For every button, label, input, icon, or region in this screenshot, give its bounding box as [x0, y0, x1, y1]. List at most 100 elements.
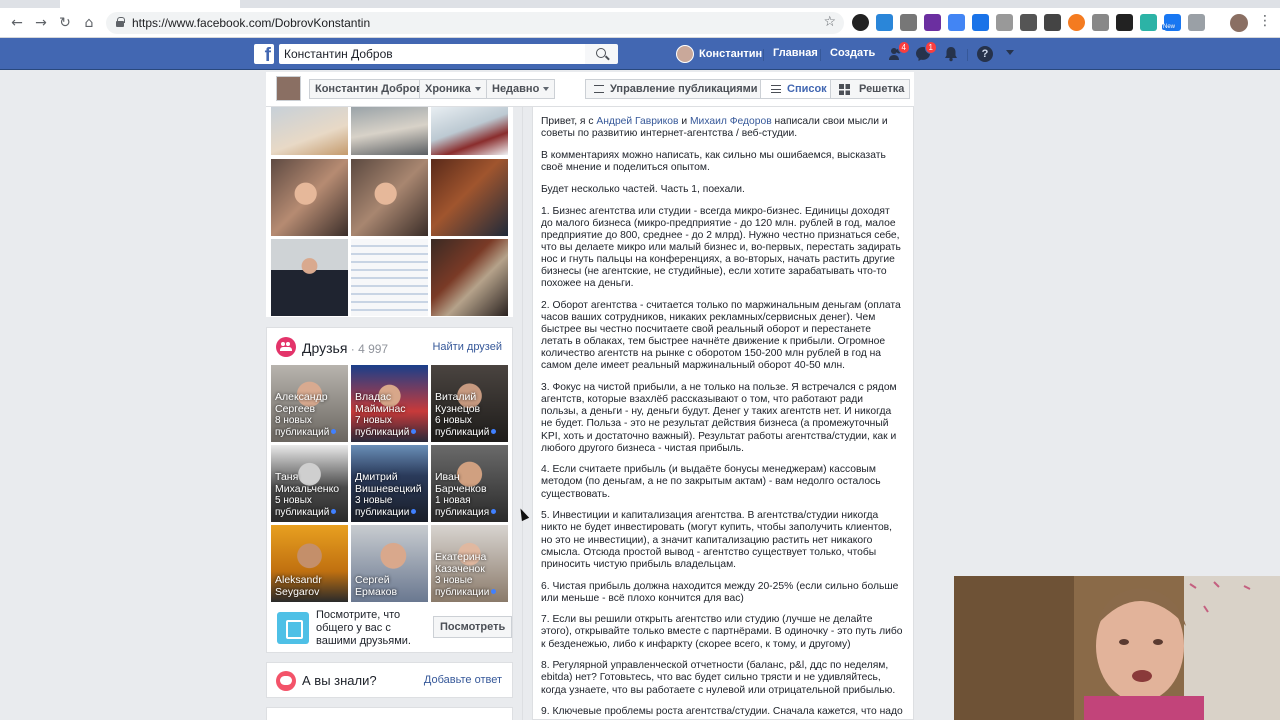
extension-icon[interactable] [1044, 14, 1061, 31]
create-link[interactable]: Создать [830, 47, 875, 59]
account-menu-chevron-down-icon[interactable] [1006, 50, 1014, 55]
new-dot-icon [491, 429, 497, 435]
friend-tile[interactable]: Сергей Ермаков [351, 525, 428, 602]
reload-icon[interactable]: ↻ [55, 13, 75, 33]
extension-icon[interactable] [1092, 14, 1109, 31]
messenger-icon[interactable]: 1 [915, 41, 937, 62]
mention-link[interactable]: Андрей Гавриков [596, 116, 678, 127]
extension-icon[interactable] [996, 14, 1013, 31]
bookmark-star-icon[interactable]: ☆ [823, 14, 836, 30]
mutual-friends-prompt: Посмотрите, что общего у вас с вашими др… [277, 609, 513, 647]
friend-tile[interactable]: Иван Барченков 1 новая публикация [431, 445, 508, 522]
manage-posts-label: Управление публикациями [610, 83, 758, 95]
friend-tile[interactable]: Aleksandr Seygarov [271, 525, 348, 602]
extension-icon[interactable]: New [1162, 14, 1181, 31]
search-icon[interactable] [585, 44, 618, 64]
extension-icon[interactable] [1140, 14, 1157, 31]
grid-view-button[interactable]: Решетка [830, 79, 911, 99]
photo-thumbnail[interactable] [431, 239, 508, 316]
mutual-text: Посмотрите, что общего у вас с вашими др… [316, 609, 411, 647]
photo-thumbnail[interactable] [431, 159, 508, 236]
profile-sticky-nav: Константин Добров Хроника Недавно Управл… [266, 72, 914, 107]
mention-link[interactable]: Михаил Федоров [690, 116, 772, 127]
recent-dropdown[interactable]: Недавно [486, 79, 556, 99]
browser-tab[interactable] [60, 0, 240, 8]
extension-icon[interactable] [1068, 14, 1085, 31]
recent-label: Недавно [492, 83, 540, 95]
photo-thumbnail[interactable] [431, 107, 508, 155]
friend-tile-text: Александр Сергеев 8 новых публикаций [275, 391, 348, 438]
grid-label: Решетка [859, 83, 905, 95]
friend-tile[interactable]: Владас Майминас 7 новых публикаций [351, 365, 428, 442]
photo-thumbnail[interactable] [351, 159, 428, 236]
photo-thumbnail[interactable] [271, 107, 348, 155]
timeline-dropdown[interactable]: Хроника [419, 79, 487, 99]
friend-tile-text: Дмитрий Вишневецкий 3 новые публикации [355, 471, 422, 518]
friend-requests-icon[interactable]: 4 [888, 41, 910, 62]
friend-tile[interactable]: Виталий Кузнецов 6 новых публикаций [431, 365, 508, 442]
home-icon[interactable]: ⌂ [79, 13, 99, 33]
divider [763, 49, 764, 61]
next-card [266, 707, 513, 720]
friend-tile[interactable]: Екатерина Казаченок 3 новые публикации [431, 525, 508, 602]
back-icon[interactable]: ← [7, 13, 27, 33]
did-you-know-card: А вы знали? Добавьте ответ [266, 662, 513, 698]
camera-extension-icon[interactable] [1188, 14, 1205, 31]
post-paragraph: 4. Если считаете прибыль (и выдаёте бону… [541, 464, 881, 500]
extension-icon[interactable] [1116, 14, 1133, 31]
timeline-label: Хроника [425, 83, 471, 95]
address-bar[interactable]: https://www.facebook.com/DobrovKonstanti… [106, 12, 844, 34]
new-dot-icon [331, 509, 337, 515]
chrome-menu-icon[interactable]: ⋮ [1258, 13, 1272, 29]
friends-count: · 4 997 [347, 342, 389, 356]
friend-tile-text: Виталий Кузнецов 6 новых публикаций [435, 391, 508, 438]
extension-icon[interactable] [900, 14, 917, 31]
extension-icon[interactable] [852, 14, 869, 31]
divider [820, 49, 821, 61]
add-answer-link[interactable]: Добавьте ответ [424, 674, 502, 686]
photo-thumbnail[interactable] [271, 159, 348, 236]
home-link[interactable]: Главная [773, 47, 818, 59]
friend-requests-badge: 4 [897, 41, 910, 54]
friend-tile-text: Таня Михальченко 5 новых публикаций [275, 471, 340, 518]
forward-icon[interactable]: → [31, 13, 51, 33]
find-friends-link[interactable]: Найти друзей [432, 341, 502, 353]
friend-tile[interactable]: Александр Сергеев 8 новых публикаций [271, 365, 348, 442]
extension-icon[interactable] [948, 14, 965, 31]
manage-icon [594, 85, 604, 93]
help-icon[interactable]: ? [977, 46, 993, 62]
messages-badge: 1 [924, 41, 937, 54]
friends-card: Друзья · 4 997 Найти друзей Александр Се… [266, 327, 513, 653]
chrome-profile-avatar[interactable] [1230, 14, 1248, 32]
mutual-card-icon [277, 612, 309, 644]
list-view-button[interactable]: Список [760, 79, 833, 99]
extension-icon[interactable] [1020, 14, 1037, 31]
photo-thumbnail[interactable] [271, 239, 348, 316]
manage-posts-button[interactable]: Управление публикациями [585, 79, 764, 99]
profile-avatar[interactable] [276, 76, 301, 101]
friend-tile[interactable]: Дмитрий Вишневецкий 3 новые публикации [351, 445, 428, 522]
did-you-know-title: А вы знали? [302, 673, 377, 688]
extension-icon[interactable] [924, 14, 941, 31]
extension-icon[interactable] [972, 14, 989, 31]
facebook-search-input[interactable] [279, 44, 585, 64]
facebook-logo-icon[interactable]: f [254, 44, 274, 64]
webcam-video-frame [954, 576, 1280, 720]
webcam-overlay [954, 576, 1280, 720]
friend-tile-text: Сергей Ермаков [355, 574, 398, 598]
notifications-bell-icon[interactable] [943, 46, 959, 62]
photo-thumbnail[interactable] [351, 107, 428, 155]
post-paragraph: Привет, я с Андрей Гавриков и Михаил Фед… [541, 116, 888, 140]
lock-icon [116, 17, 125, 27]
view-mutual-button[interactable]: Посмотреть [433, 616, 513, 638]
profile-name-button[interactable]: Константин Добров [309, 79, 429, 99]
chevron-down-icon [543, 87, 550, 92]
extension-icon[interactable] [876, 14, 893, 31]
friends-title[interactable]: Друзья · 4 997 [302, 340, 388, 356]
profile-link[interactable]: Константин [676, 45, 762, 63]
friend-tile[interactable]: Таня Михальченко 5 новых публикаций [271, 445, 348, 522]
photo-thumbnail[interactable] [351, 239, 428, 316]
friends-icon [276, 337, 296, 357]
new-badge: New [1162, 24, 1177, 30]
avatar [676, 45, 694, 63]
